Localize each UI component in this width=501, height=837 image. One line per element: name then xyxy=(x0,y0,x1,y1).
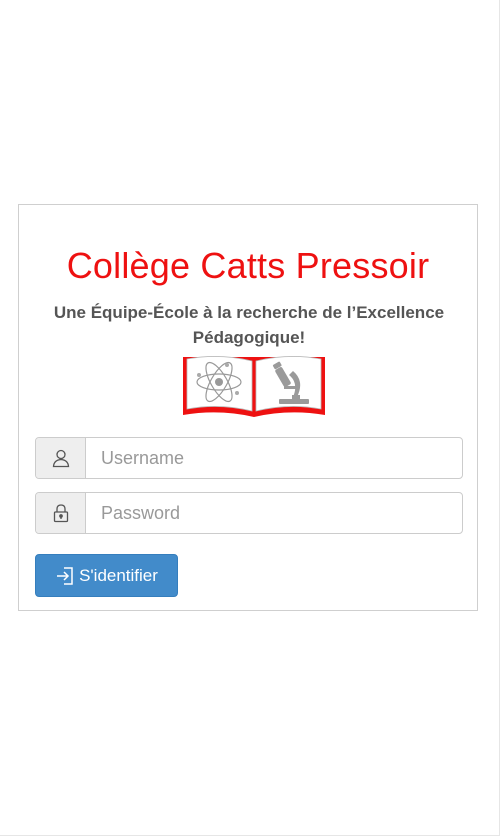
school-title: Collège Catts Pressoir xyxy=(66,245,430,286)
sign-in-icon xyxy=(55,566,75,586)
login-button[interactable]: S'identifier xyxy=(35,554,178,597)
login-panel: Collège Catts Pressoir Une Équipe-École … xyxy=(18,204,478,611)
password-input[interactable] xyxy=(86,493,462,533)
username-input[interactable] xyxy=(86,438,462,478)
password-field-group xyxy=(35,492,463,534)
username-field-group xyxy=(35,437,463,479)
school-motto: Une Équipe-École à la recherche de l’Exc… xyxy=(53,303,445,347)
open-book-science-logo xyxy=(181,353,327,421)
login-button-label: S'identifier xyxy=(79,565,158,585)
user-icon xyxy=(36,438,86,478)
lock-icon xyxy=(36,493,86,533)
